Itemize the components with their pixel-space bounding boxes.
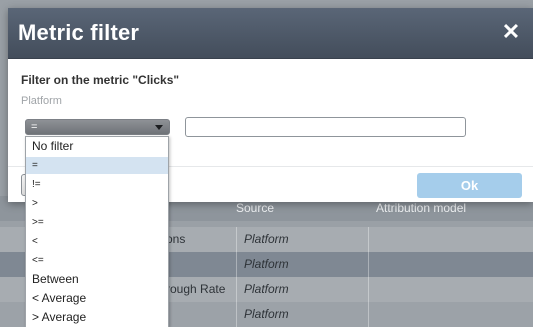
dialog-header: Metric filter ✕ bbox=[8, 8, 533, 59]
dropdown-option[interactable]: < Average bbox=[26, 290, 168, 307]
dropdown-option[interactable]: No filter bbox=[26, 138, 168, 155]
operator-select-value: = bbox=[31, 121, 38, 133]
operator-dropdown-list: No filter = != > >= < <= Between < Average > Aver… bbox=[25, 136, 169, 327]
column-divider bbox=[368, 227, 369, 252]
dropdown-option[interactable]: <= bbox=[26, 252, 168, 269]
row-metric-name: ons bbox=[166, 232, 186, 246]
filter-value-input[interactable] bbox=[185, 117, 466, 137]
row-source: Platform bbox=[244, 232, 289, 246]
operator-select[interactable]: = bbox=[25, 119, 170, 135]
column-divider bbox=[236, 252, 237, 277]
dropdown-option[interactable]: Between bbox=[26, 271, 168, 288]
dropdown-option[interactable]: > bbox=[26, 195, 168, 212]
dropdown-option[interactable]: >= bbox=[26, 214, 168, 231]
filter-heading: Filter on the metric "Clicks" bbox=[21, 73, 180, 87]
column-divider bbox=[368, 302, 369, 327]
column-divider bbox=[236, 277, 237, 302]
dropdown-option[interactable]: = bbox=[26, 157, 168, 174]
row-source: Platform bbox=[244, 307, 289, 321]
ok-button[interactable]: Ok bbox=[417, 173, 522, 198]
dropdown-option[interactable]: > Average bbox=[26, 309, 168, 326]
dropdown-option[interactable]: < bbox=[26, 233, 168, 250]
dialog-title: Metric filter bbox=[18, 20, 140, 45]
screen: Source Attribution model ons Platform Pl… bbox=[0, 0, 533, 327]
chevron-down-icon bbox=[155, 125, 163, 130]
column-divider bbox=[236, 227, 237, 252]
filter-subheading: Platform bbox=[21, 95, 62, 107]
row-metric-name: rough Rate bbox=[166, 282, 226, 296]
column-divider bbox=[368, 252, 369, 277]
column-divider bbox=[236, 302, 237, 327]
row-metric-name bbox=[166, 252, 232, 277]
close-icon[interactable]: ✕ bbox=[501, 21, 521, 43]
row-source: Platform bbox=[244, 282, 289, 296]
row-metric-name bbox=[166, 302, 232, 327]
dropdown-option[interactable]: != bbox=[26, 176, 168, 193]
column-divider bbox=[368, 277, 369, 302]
row-source: Platform bbox=[244, 257, 289, 271]
